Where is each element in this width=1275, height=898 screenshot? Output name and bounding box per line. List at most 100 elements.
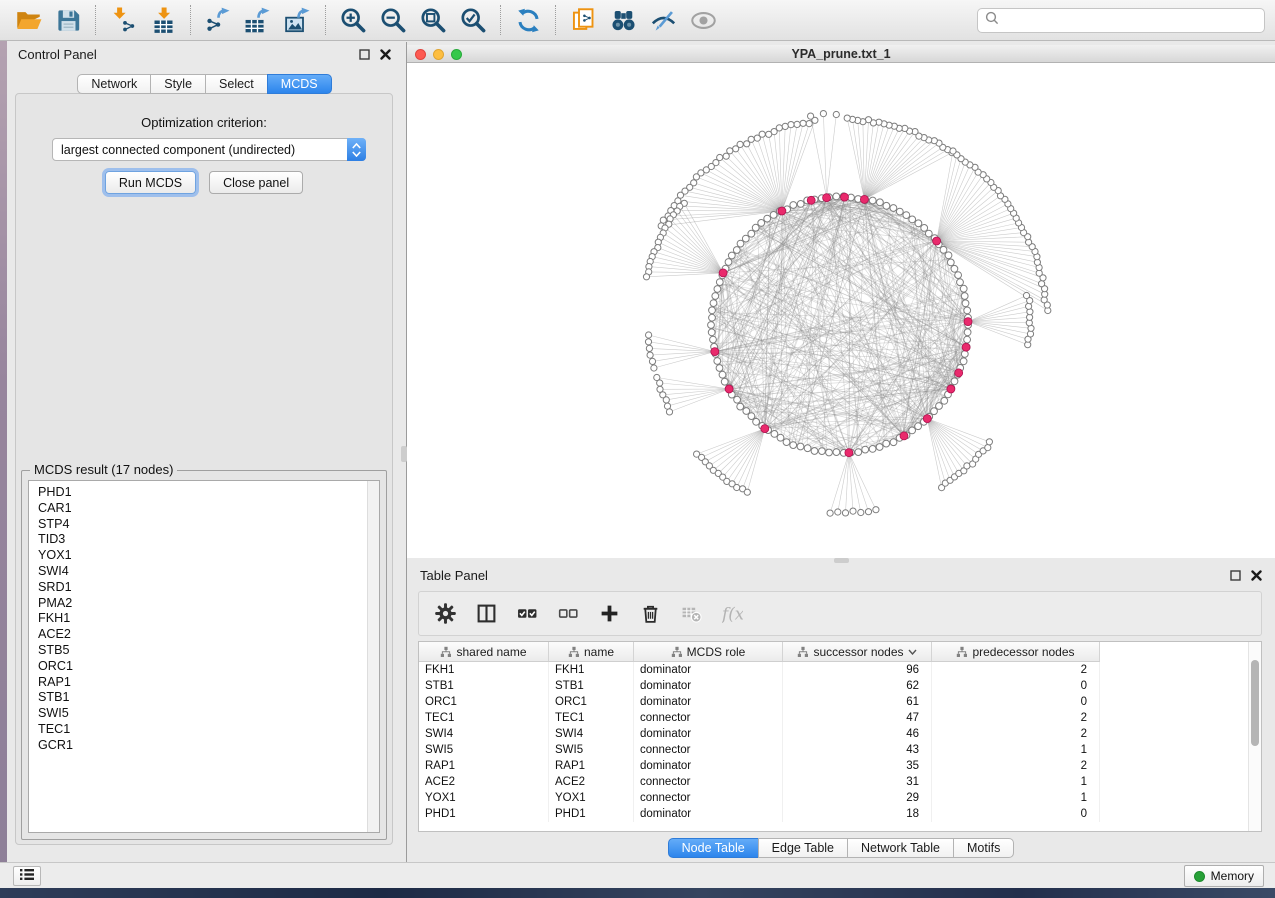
- function-builder-button[interactable]: f(x): [721, 602, 743, 626]
- column-header-shared-name[interactable]: shared name: [419, 642, 549, 661]
- zoom-in-icon: [340, 7, 367, 34]
- run-mcds-button[interactable]: Run MCDS: [105, 171, 196, 194]
- mcds-result-item[interactable]: ACE2: [38, 627, 379, 643]
- column-header-name[interactable]: name: [549, 642, 634, 661]
- tab-select[interactable]: Select: [205, 74, 268, 94]
- tab-mcds[interactable]: MCDS: [267, 74, 332, 94]
- maximize-window-icon[interactable]: [451, 49, 462, 60]
- minimize-window-icon[interactable]: [433, 49, 444, 60]
- tab-style[interactable]: Style: [150, 74, 206, 94]
- close-window-icon[interactable]: [415, 49, 426, 60]
- column-header-predecessor-nodes[interactable]: predecessor nodes: [932, 642, 1100, 661]
- mcds-result-item[interactable]: TID3: [38, 532, 379, 548]
- refresh-layout-button[interactable]: [508, 2, 548, 38]
- mcds-result-item[interactable]: ORC1: [38, 659, 379, 675]
- tab-node-table[interactable]: Node Table: [668, 838, 759, 858]
- column-type-icon: [671, 646, 683, 658]
- save-session-button[interactable]: [48, 2, 88, 38]
- mcds-result-item[interactable]: STB5: [38, 643, 379, 659]
- table-settings-gear-button[interactable]: [434, 602, 456, 626]
- memory-button[interactable]: Memory: [1184, 865, 1264, 887]
- delete-column-icon: [640, 603, 661, 624]
- table-cell: dominator: [634, 662, 783, 678]
- import-network-icon: [110, 7, 137, 34]
- search-input[interactable]: [1004, 13, 1264, 29]
- show-columns-button[interactable]: [475, 602, 497, 626]
- mcds-list-scrollbar[interactable]: [367, 481, 379, 832]
- network-nodes[interactable]: [643, 111, 1051, 517]
- search-binoculars-button[interactable]: [603, 2, 643, 38]
- network-canvas[interactable]: [407, 63, 1275, 558]
- table-cell: 2: [932, 662, 1100, 678]
- table-row[interactable]: RAP1RAP1dominator352: [419, 758, 1261, 774]
- deselect-all-rows-button[interactable]: [557, 602, 579, 626]
- zoom-selected-button[interactable]: [453, 2, 493, 38]
- refresh-layout-icon: [515, 7, 542, 34]
- table-cell: TEC1: [419, 710, 549, 726]
- zoom-fit-button[interactable]: [413, 2, 453, 38]
- export-network-button[interactable]: [198, 2, 238, 38]
- mcds-result-item[interactable]: FKH1: [38, 611, 379, 627]
- add-column-button[interactable]: [598, 602, 620, 626]
- table-row[interactable]: SWI5SWI5connector431: [419, 742, 1261, 758]
- table-cell: 2: [932, 758, 1100, 774]
- column-header-successor-nodes[interactable]: successor nodes: [783, 642, 932, 661]
- import-network-button[interactable]: [103, 2, 143, 38]
- float-table-panel-icon[interactable]: [1229, 570, 1241, 582]
- tab-motifs[interactable]: Motifs: [953, 838, 1014, 858]
- mcds-node: [719, 269, 727, 277]
- float-panel-icon[interactable]: [358, 49, 370, 61]
- table-cell: 46: [783, 726, 932, 742]
- mcds-result-title: MCDS result (17 nodes): [30, 462, 177, 477]
- close-table-panel-icon[interactable]: [1250, 570, 1262, 582]
- toggle-graphics-details-button[interactable]: [643, 2, 683, 38]
- close-panel-icon[interactable]: [379, 49, 391, 61]
- table-scrollbar-thumb[interactable]: [1251, 660, 1259, 746]
- tab-edge-table[interactable]: Edge Table: [758, 838, 848, 858]
- table-scrollbar[interactable]: [1248, 642, 1261, 831]
- table-tabs: Node TableEdge TableNetwork TableMotifs: [407, 838, 1275, 858]
- table-cell: STB1: [549, 678, 634, 694]
- zoom-out-button[interactable]: [373, 2, 413, 38]
- table-row[interactable]: ORC1ORC1dominator610: [419, 694, 1261, 710]
- optimization-criterion-select[interactable]: largest connected component (undirected): [52, 138, 366, 161]
- mcds-result-item[interactable]: STP4: [38, 517, 379, 533]
- table-row[interactable]: PHD1PHD1dominator180: [419, 806, 1261, 822]
- mcds-result-item[interactable]: SWI4: [38, 564, 379, 580]
- zoom-in-button[interactable]: [333, 2, 373, 38]
- mcds-result-item[interactable]: SRD1: [38, 580, 379, 596]
- delete-column-button[interactable]: [639, 602, 661, 626]
- mcds-result-item[interactable]: PHD1: [38, 485, 379, 501]
- table-settings-gear-icon: [435, 603, 456, 624]
- export-table-button[interactable]: [238, 2, 278, 38]
- network-view-window: YPA_prune.txt_1: [407, 45, 1275, 558]
- tab-network-table[interactable]: Network Table: [847, 838, 954, 858]
- import-table-button[interactable]: [143, 2, 183, 38]
- close-panel-button[interactable]: Close panel: [209, 171, 303, 194]
- table-row[interactable]: TEC1TEC1connector472: [419, 710, 1261, 726]
- mcds-result-item[interactable]: CAR1: [38, 501, 379, 517]
- table-cell: RAP1: [419, 758, 549, 774]
- mcds-result-item[interactable]: RAP1: [38, 675, 379, 691]
- task-history-button[interactable]: [13, 866, 41, 886]
- delete-table-button[interactable]: [680, 602, 702, 626]
- table-cell: SWI4: [419, 726, 549, 742]
- mcds-result-item[interactable]: STB1: [38, 690, 379, 706]
- mcds-result-item[interactable]: SWI5: [38, 706, 379, 722]
- mcds-result-item[interactable]: TEC1: [38, 722, 379, 738]
- network-from-clipboard-button[interactable]: [563, 2, 603, 38]
- table-row[interactable]: FKH1FKH1dominator962: [419, 662, 1261, 678]
- table-row[interactable]: SWI4SWI4dominator462: [419, 726, 1261, 742]
- table-row[interactable]: YOX1YOX1connector291: [419, 790, 1261, 806]
- mcds-result-item[interactable]: GCR1: [38, 738, 379, 754]
- select-all-rows-button[interactable]: [516, 602, 538, 626]
- table-row[interactable]: STB1STB1dominator620: [419, 678, 1261, 694]
- table-row[interactable]: ACE2ACE2connector311: [419, 774, 1261, 790]
- open-file-button[interactable]: [8, 2, 48, 38]
- column-header-MCDS-role[interactable]: MCDS role: [634, 642, 783, 661]
- mcds-result-item[interactable]: YOX1: [38, 548, 379, 564]
- mcds-result-item[interactable]: PMA2: [38, 596, 379, 612]
- show-hide-eye-button[interactable]: [683, 2, 723, 38]
- export-image-button[interactable]: [278, 2, 318, 38]
- tab-network[interactable]: Network: [77, 74, 151, 94]
